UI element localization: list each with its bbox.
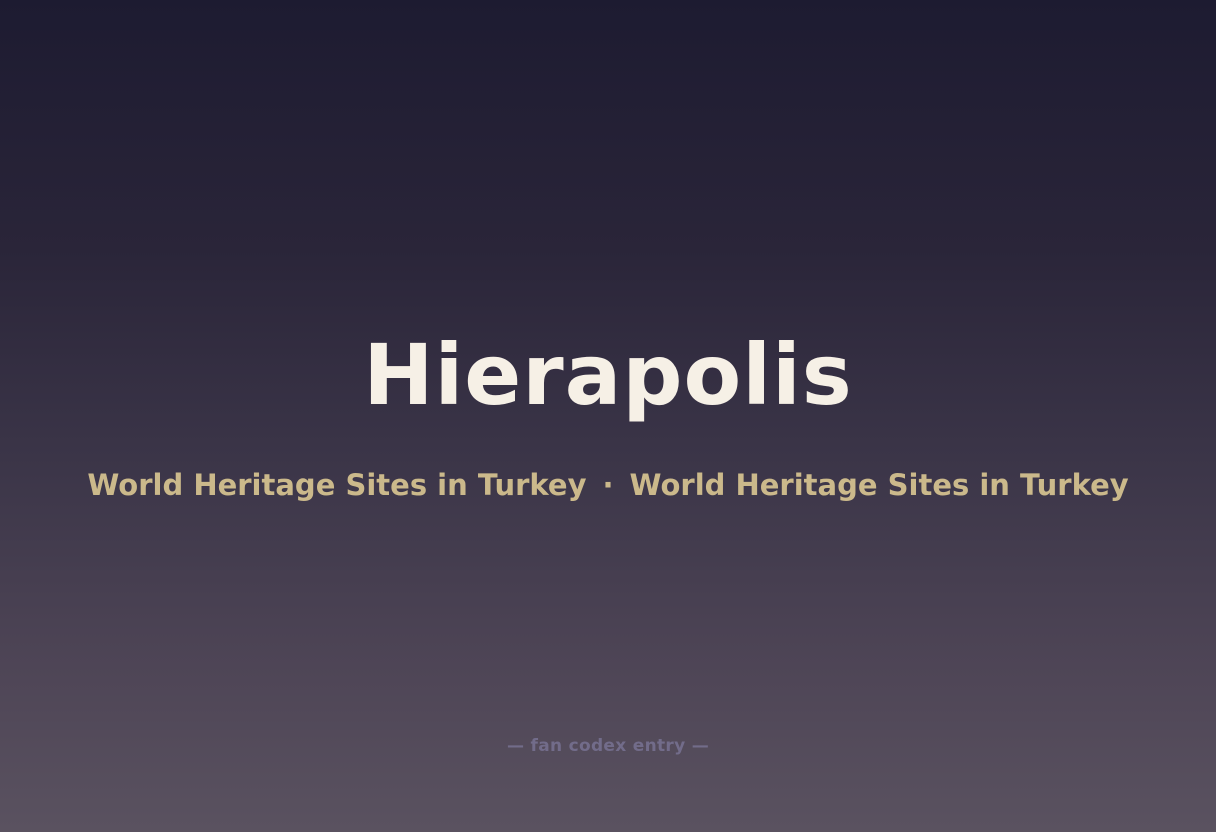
page-title: Hierapolis <box>363 326 853 424</box>
subtitle-category-2: World Heritage Sites in Turkey <box>629 468 1129 502</box>
footer-caption: — fan codex entry — <box>507 736 709 756</box>
subtitle-separator: · <box>602 468 614 502</box>
subtitle: World Heritage Sites in Turkey · World Her… <box>0 465 1216 505</box>
subtitle-category-1: World Heritage Sites in Turkey <box>87 468 587 502</box>
